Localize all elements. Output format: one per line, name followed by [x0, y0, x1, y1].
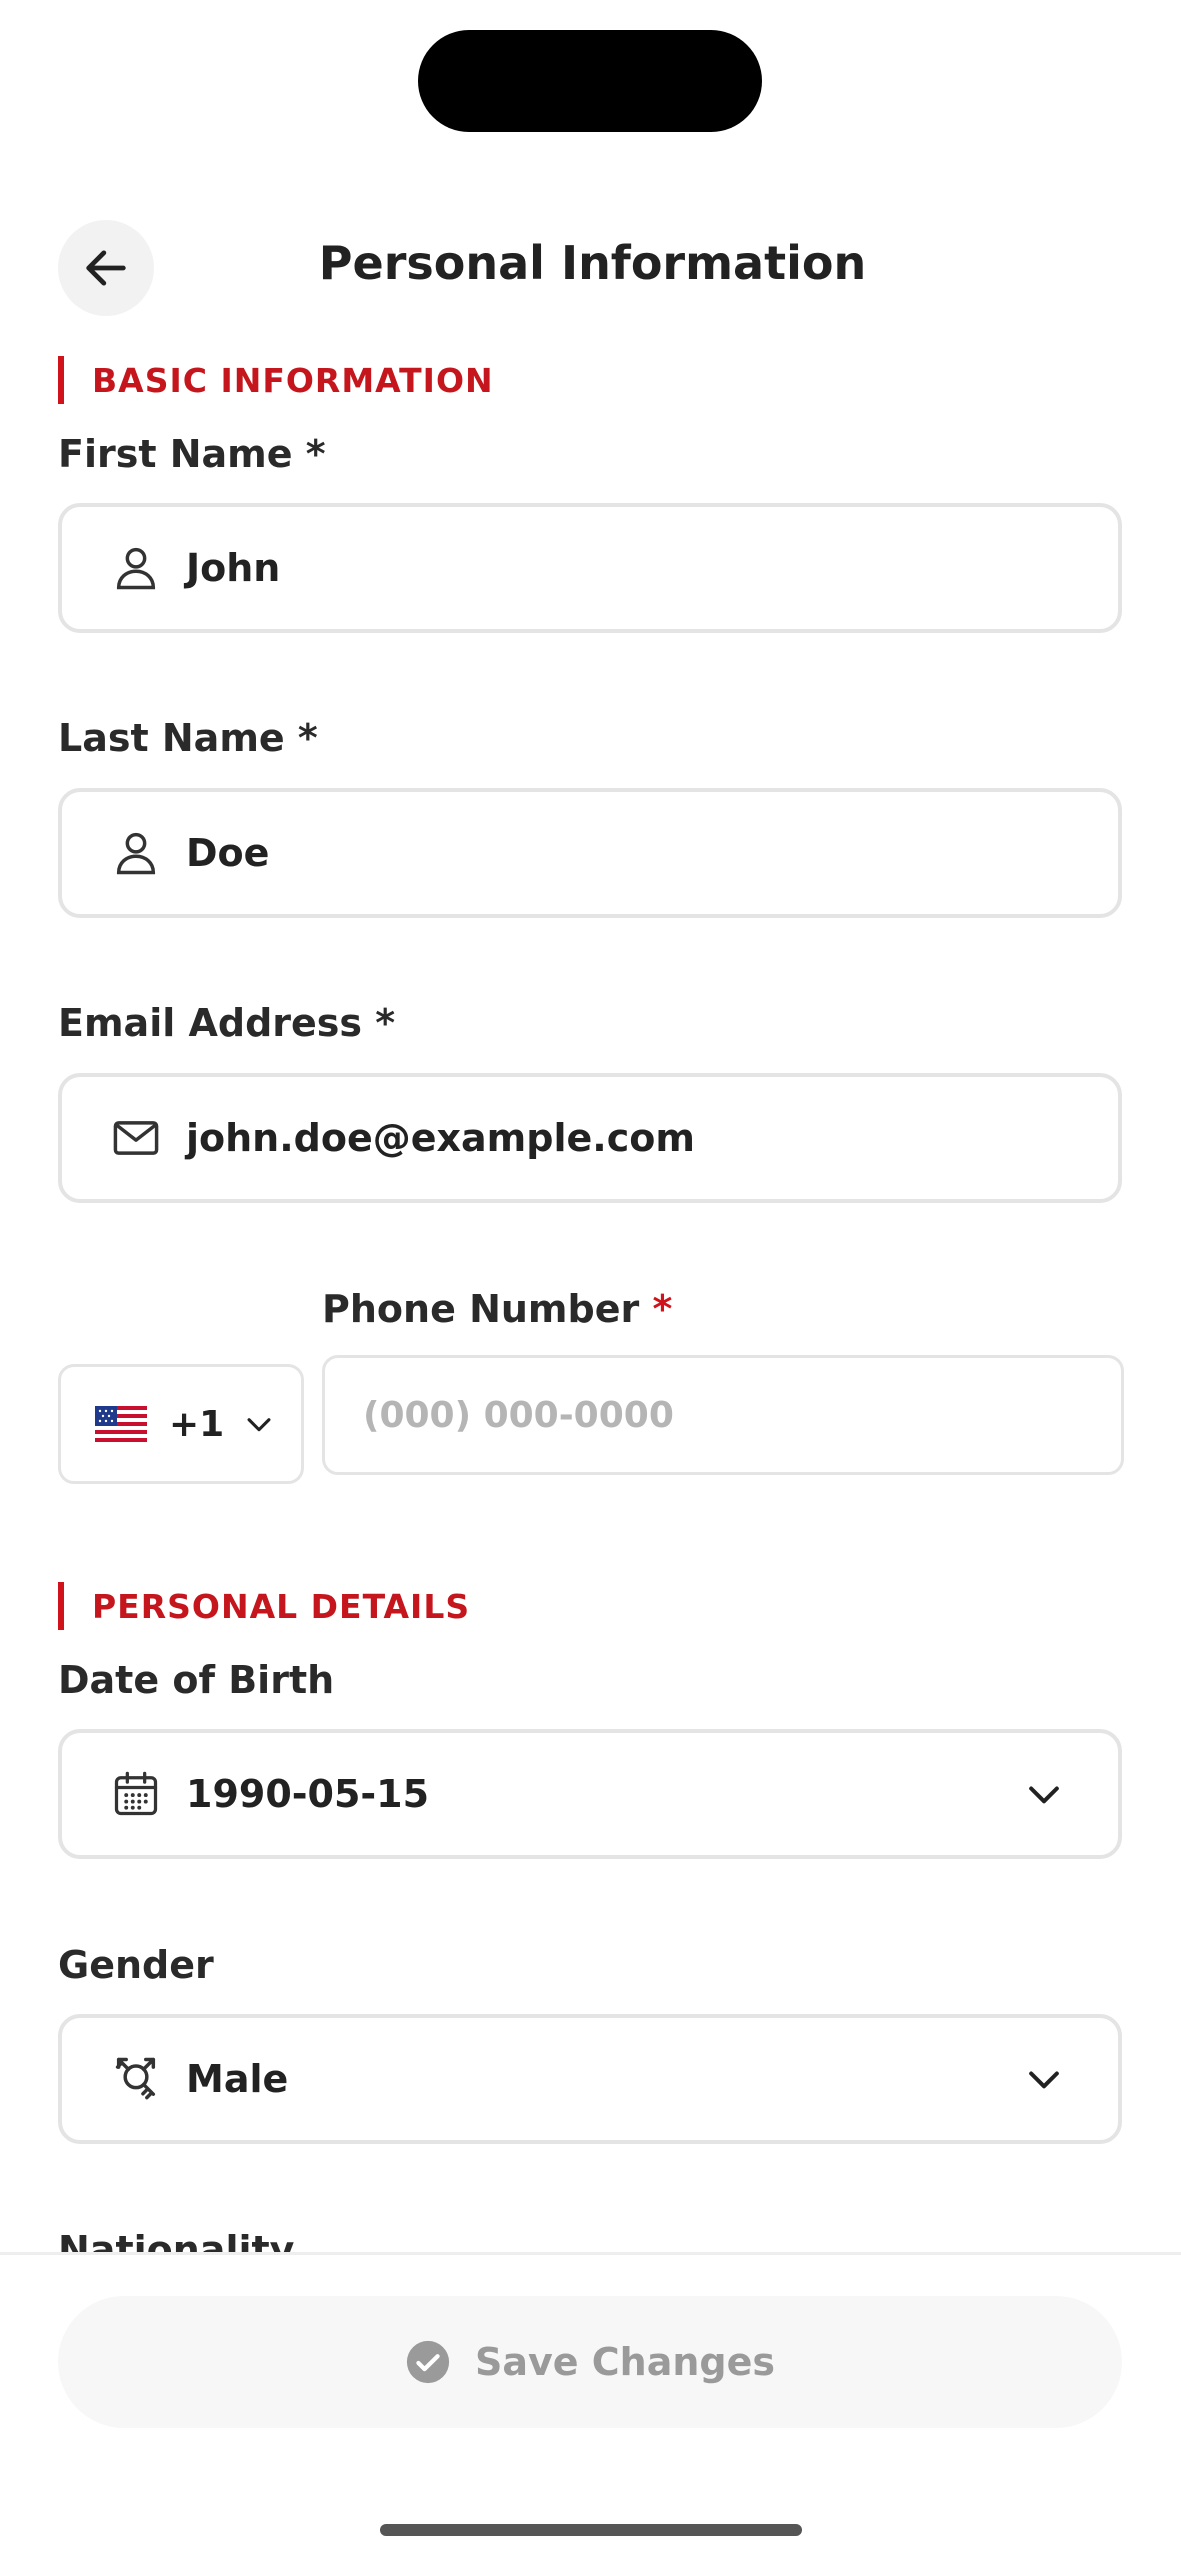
phone-input[interactable]: [363, 1394, 1121, 1436]
person-icon: [108, 825, 164, 881]
last-name-field[interactable]: Doe: [58, 788, 1122, 918]
country-code: +1: [169, 1403, 225, 1445]
gender-field[interactable]: Male: [58, 2014, 1122, 2144]
last-name-label: Last Name *: [58, 716, 318, 760]
first-name-label: First Name *: [58, 432, 326, 476]
save-changes-button[interactable]: Save Changes: [58, 2296, 1122, 2428]
phone-label: Phone Number *: [322, 1287, 672, 1331]
chevron-down-icon: [247, 1418, 271, 1432]
chevron-down-icon: [1016, 2051, 1072, 2107]
person-icon: [108, 540, 164, 596]
dob-value: 1990-05-15: [186, 1772, 430, 1816]
last-name-value: Doe: [186, 831, 270, 875]
dynamic-island: [418, 30, 762, 132]
first-name-field[interactable]: John: [58, 503, 1122, 633]
calendar-icon: [108, 1766, 164, 1822]
first-name-value: John: [186, 546, 281, 590]
dob-field[interactable]: 1990-05-15: [58, 1729, 1122, 1859]
section-basic-information: BASIC INFORMATION: [58, 356, 494, 404]
dob-label: Date of Birth: [58, 1658, 335, 1702]
country-code-select[interactable]: +1: [58, 1364, 304, 1484]
phone-field[interactable]: [322, 1355, 1124, 1475]
us-flag-icon: [95, 1406, 147, 1442]
save-changes-label: Save Changes: [474, 2340, 775, 2384]
email-field[interactable]: john.doe@example.com: [58, 1073, 1122, 1203]
email-value: john.doe@example.com: [186, 1116, 695, 1160]
check-circle-icon: [406, 2340, 450, 2384]
section-personal-details: PERSONAL DETAILS: [58, 1582, 470, 1630]
email-label: Email Address *: [58, 1001, 396, 1045]
page-title: Personal Information: [318, 236, 867, 290]
home-indicator[interactable]: [380, 2524, 802, 2536]
gender-label: Gender: [58, 1943, 214, 1987]
required-mark: *: [652, 1287, 673, 1331]
gender-value: Male: [186, 2057, 289, 2101]
chevron-down-icon: [1016, 1766, 1072, 1822]
gender-icon: [108, 2051, 164, 2107]
mail-icon: [108, 1110, 164, 1166]
phone-label-text: Phone Number: [322, 1287, 640, 1331]
